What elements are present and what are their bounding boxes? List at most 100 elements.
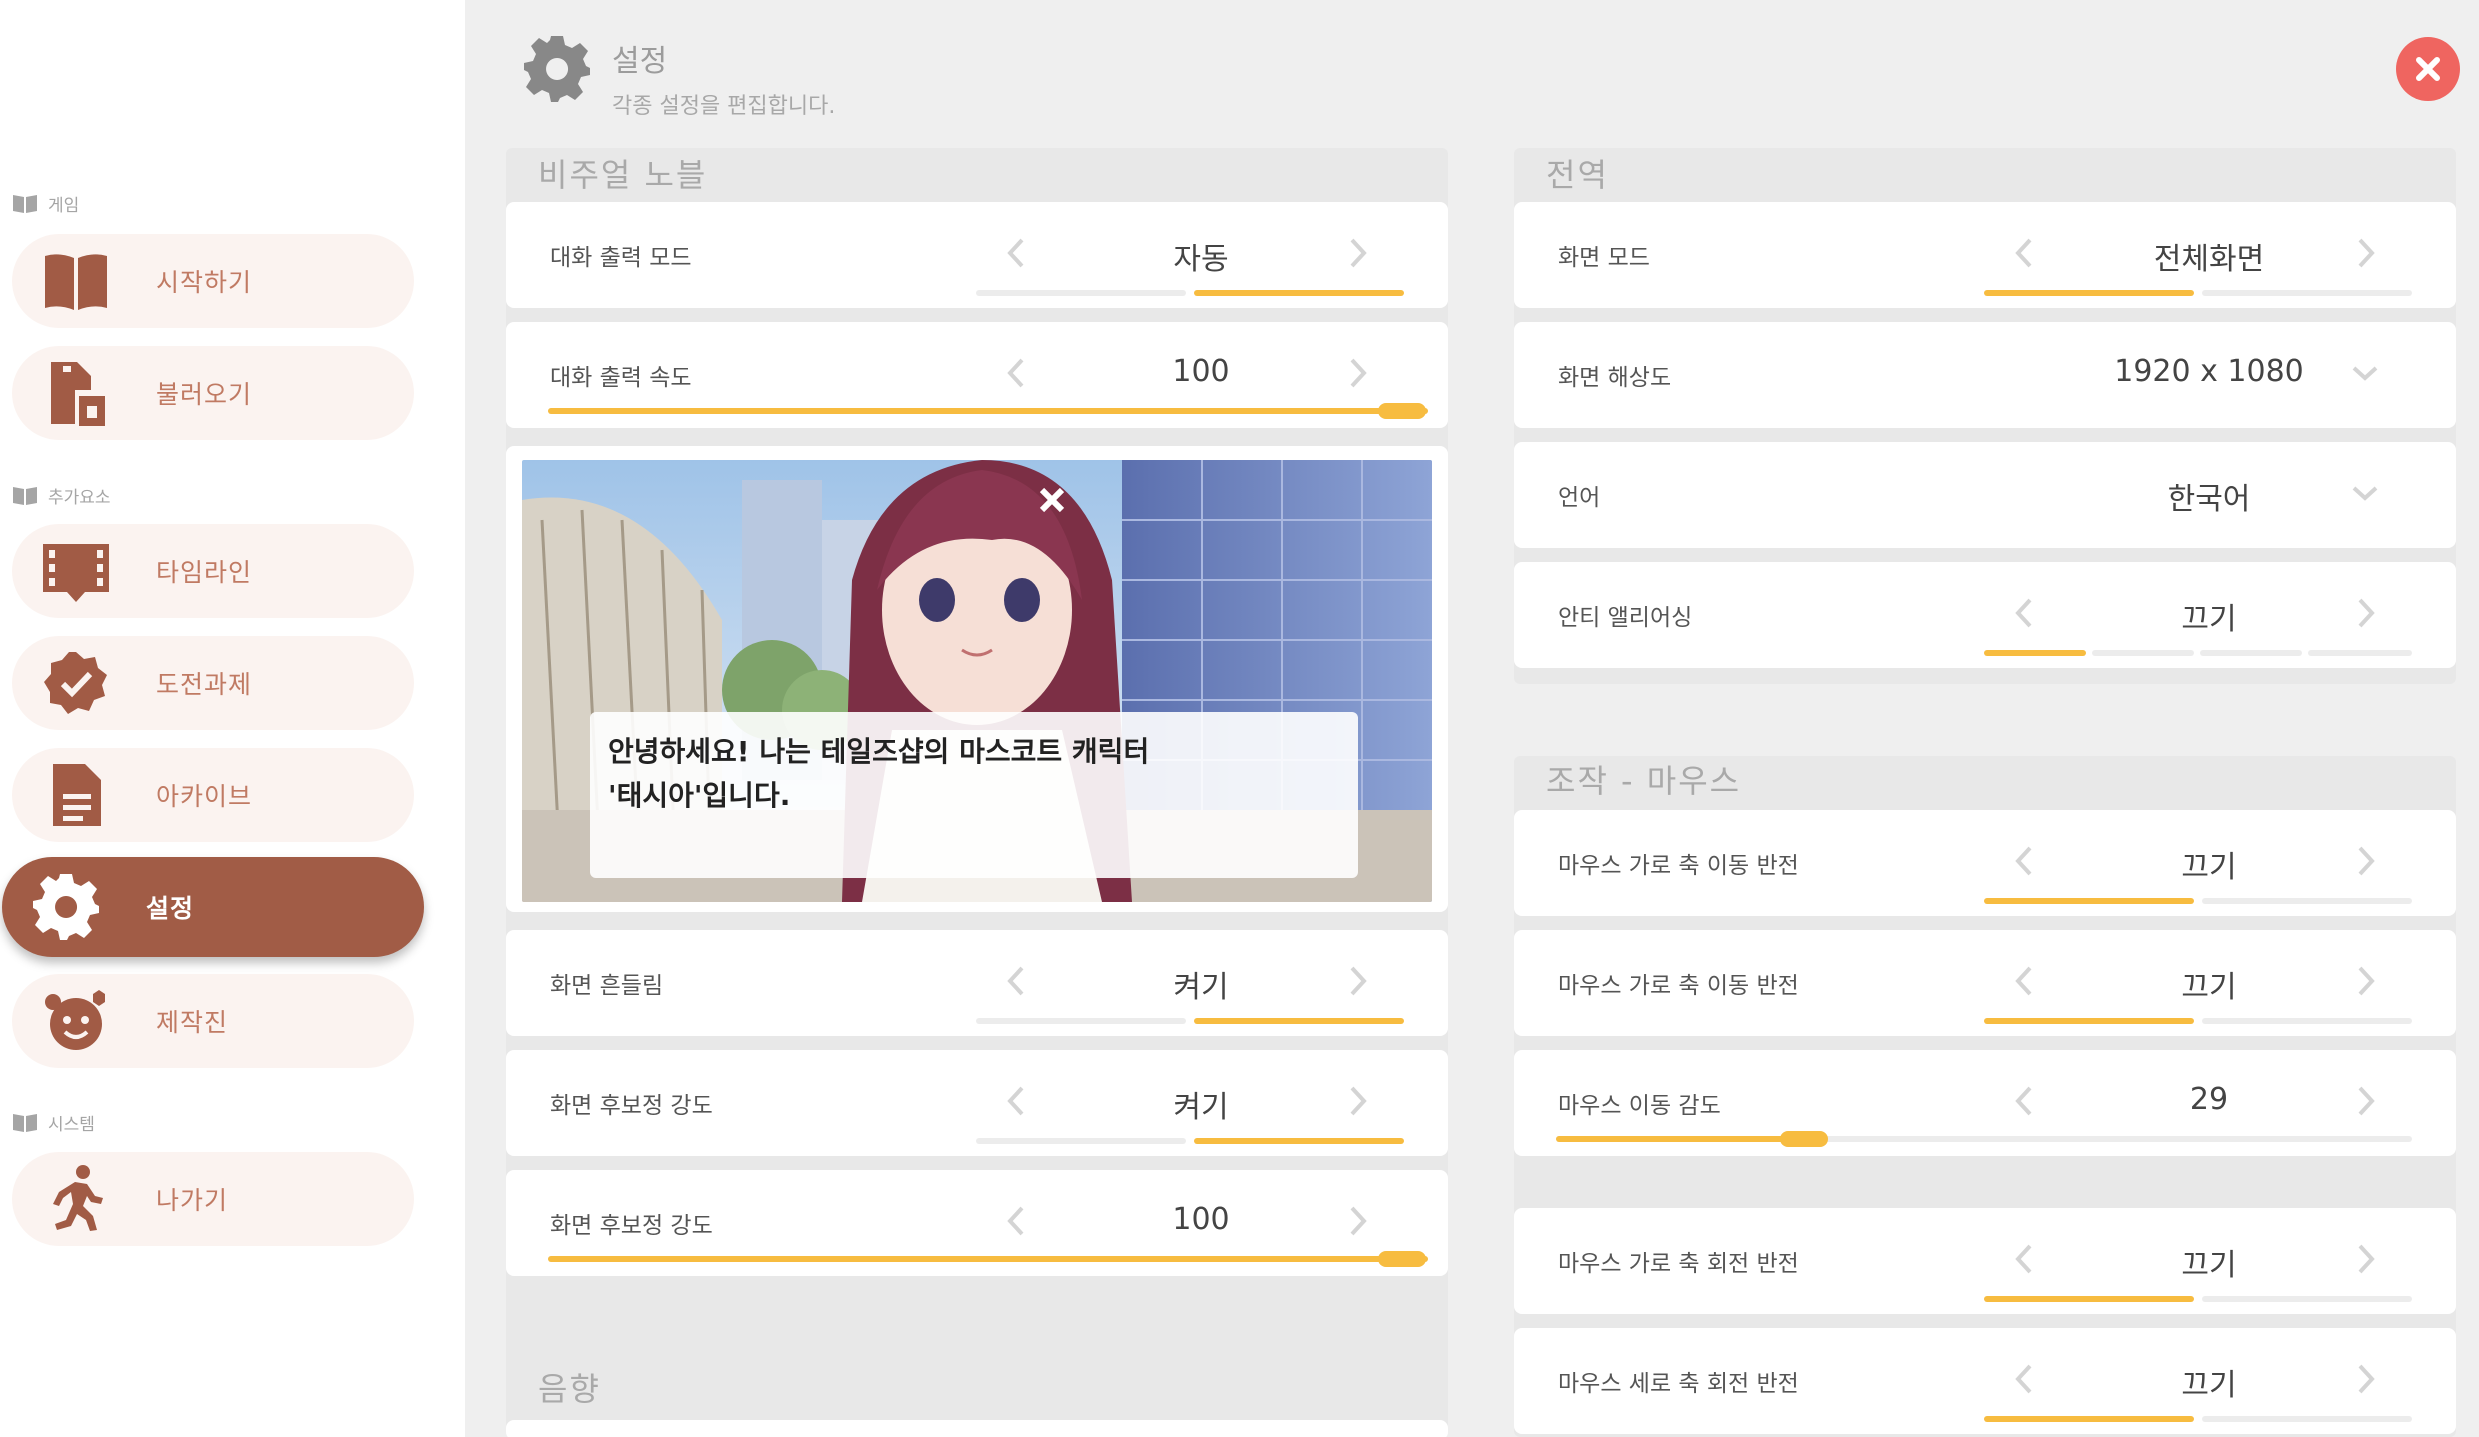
setting-value: 끄기 (2181, 1248, 2237, 1283)
next-option-button[interactable] (1348, 1084, 1368, 1118)
increase-button[interactable] (1348, 356, 1368, 390)
slider-fill (548, 408, 1428, 414)
section-title-audio: 음향 (538, 1370, 601, 1408)
sidebar-item-archive[interactable]: 아카이브 (12, 748, 414, 842)
decrease-button[interactable] (1006, 1204, 1026, 1238)
chevron-down-icon[interactable] (2350, 482, 2380, 504)
setting-value: 끄기 (2181, 1368, 2237, 1403)
next-option-button[interactable] (2356, 1242, 2376, 1276)
setting-language[interactable]: 언어 한국어 (1514, 442, 2456, 548)
section-label-text: 추가요소 (48, 487, 111, 508)
prev-option-button[interactable] (2014, 844, 2034, 878)
next-option-button[interactable] (2356, 844, 2376, 878)
credits-icon (38, 983, 114, 1059)
setting-mouse-invert-x-rotate: 마우스 가로 축 회전 반전 끄기 (1514, 1208, 2456, 1314)
film-strip-icon (38, 533, 114, 609)
setting-label: 마우스 가로 축 회전 반전 (1558, 1251, 1799, 1277)
setting-resolution[interactable]: 화면 해상도 1920 x 1080 (1514, 322, 2456, 428)
sidebar-item-settings[interactable]: 설정 (2, 857, 424, 957)
slider-knob[interactable] (1377, 403, 1426, 419)
decrease-button[interactable] (1006, 356, 1026, 390)
next-option-button[interactable] (1348, 964, 1368, 998)
option-indicator (976, 1018, 1186, 1024)
sidebar-item-load[interactable]: 불러오기 (12, 346, 414, 440)
chevron-down-icon[interactable] (2350, 362, 2380, 384)
prev-option-button[interactable] (1006, 236, 1026, 270)
sidebar-item-label: 도전과제 (156, 670, 253, 699)
document-icon (38, 757, 114, 833)
setting-label: 마우스 가로 축 이동 반전 (1558, 973, 1799, 999)
option-indicator-active (1984, 1296, 2194, 1302)
option-indicator-active (1984, 898, 2194, 904)
setting-audio-row (506, 1420, 1448, 1437)
sidebar-item-start[interactable]: 시작하기 (12, 234, 414, 328)
sidebar-item-achievements[interactable]: 도전과제 (12, 636, 414, 730)
sidebar-item-label: 나가기 (156, 1186, 229, 1215)
slider-track[interactable] (548, 1251, 1428, 1267)
slider-knob[interactable] (1377, 1251, 1426, 1267)
gear-icon (28, 869, 104, 945)
preview-dialog-box: 안녕하세요! 나는 테일즈샵의 마스코트 캐릭터 '태시아'입니다. (590, 712, 1358, 878)
section-label-system: 시스템 (12, 1107, 95, 1137)
next-option-button[interactable] (1348, 236, 1368, 270)
setting-value: 끄기 (2181, 602, 2237, 637)
next-option-button[interactable] (2356, 596, 2376, 630)
slider-fill (1556, 1136, 1805, 1142)
option-indicator-active (1984, 1416, 2194, 1422)
prev-option-button[interactable] (1006, 964, 1026, 998)
decrease-button[interactable] (2014, 1084, 2034, 1118)
option-indicator-active (1984, 1018, 2194, 1024)
setting-label: 화면 흔들림 (550, 973, 664, 999)
setting-label: 마우스 가로 축 이동 반전 (1558, 853, 1799, 879)
prev-option-button[interactable] (2014, 236, 2034, 270)
setting-value: 켜기 (1173, 1090, 1229, 1125)
setting-label: 마우스 이동 감도 (1558, 1093, 1721, 1119)
increase-button[interactable] (1348, 1204, 1368, 1238)
setting-value: 전체화면 (2153, 242, 2265, 277)
sidebar-item-label: 제작진 (156, 1008, 229, 1037)
increase-button[interactable] (2356, 1084, 2376, 1118)
setting-screen-mode: 화면 모드 전체화면 (1514, 202, 2456, 308)
option-indicator (2308, 650, 2412, 656)
prev-option-button[interactable] (2014, 1242, 2034, 1276)
section-label-text: 게임 (48, 195, 80, 216)
section-title-global: 전역 (1546, 156, 1609, 194)
next-option-button[interactable] (2356, 236, 2376, 270)
sidebar-item-label: 불러오기 (156, 380, 253, 409)
slider-track[interactable] (548, 403, 1428, 419)
sidebar-item-exit[interactable]: 나가기 (12, 1152, 414, 1246)
option-indicator-active (1194, 1018, 1404, 1024)
setting-post-fx-strength: 화면 후보정 강도 100 (506, 1170, 1448, 1276)
prev-option-button[interactable] (2014, 1362, 2034, 1396)
close-button[interactable] (2396, 37, 2460, 101)
badge-check-icon (38, 645, 114, 721)
preview-dialog-line: 안녕하세요! 나는 테일즈샵의 마스코트 캐릭터 (608, 735, 1150, 768)
prev-option-button[interactable] (2014, 964, 2034, 998)
dialog-preview: 안녕하세요! 나는 테일즈샵의 마스코트 캐릭터 '태시아'입니다. (506, 446, 1448, 912)
setting-anti-aliasing: 안티 앨리어싱 끄기 (1514, 562, 2456, 668)
setting-mouse-invert-x-move-2: 마우스 가로 축 이동 반전 끄기 (1514, 930, 2456, 1036)
slider-knob[interactable] (1780, 1131, 1829, 1147)
setting-dialog-mode: 대화 출력 모드 자동 (506, 202, 1448, 308)
setting-value: 켜기 (1173, 970, 1229, 1005)
settings-screen: 게임 시작하기 불러오기 추가요소 타임라인 도전과제 아카이브 설정 제작진 … (0, 0, 2479, 1437)
setting-label: 대화 출력 모드 (550, 245, 692, 271)
sidebar-item-timeline[interactable]: 타임라인 (12, 524, 414, 618)
section-label-extras: 추가요소 (12, 480, 111, 510)
option-indicator (2202, 1296, 2412, 1302)
slider-track[interactable] (1556, 1131, 2412, 1147)
open-book-icon (13, 487, 37, 505)
prev-option-button[interactable] (1006, 1084, 1026, 1118)
next-option-button[interactable] (2356, 1362, 2376, 1396)
load-file-icon (38, 355, 114, 431)
prev-option-button[interactable] (2014, 596, 2034, 630)
setting-label: 화면 후보정 강도 (550, 1213, 713, 1239)
page-subtitle: 각종 설정을 편집합니다. (612, 94, 836, 119)
section-title-mouse: 조작 - 마우스 (1546, 762, 1742, 800)
setting-value: 100 (1172, 1202, 1230, 1237)
open-book-icon (13, 195, 37, 213)
next-option-button[interactable] (2356, 964, 2376, 998)
setting-dialog-speed: 대화 출력 속도 100 (506, 322, 1448, 428)
slider-fill (548, 1256, 1428, 1262)
sidebar-item-credits[interactable]: 제작진 (12, 974, 414, 1068)
